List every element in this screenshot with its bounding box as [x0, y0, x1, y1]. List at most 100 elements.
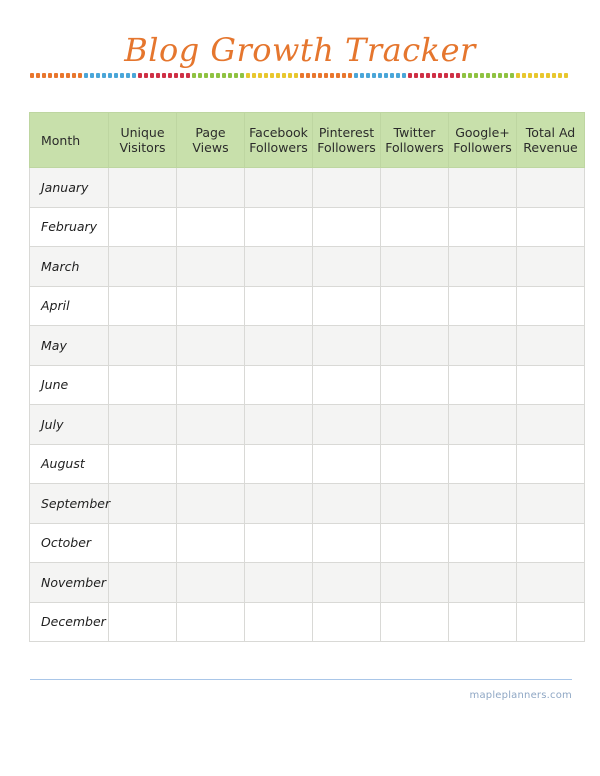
entry-cell-page-views[interactable] — [176, 325, 245, 366]
entry-cell-twitter-followers[interactable] — [380, 443, 449, 484]
entry-cell-total-ad-revenue[interactable] — [516, 364, 585, 405]
entry-cell-unique-visitors[interactable] — [108, 404, 177, 445]
entry-cell-googleplus-followers[interactable] — [448, 483, 517, 524]
entry-cell-facebook-followers[interactable] — [244, 522, 313, 563]
entry-cell-page-views[interactable] — [176, 167, 245, 208]
entry-cell-total-ad-revenue[interactable] — [516, 206, 585, 247]
entry-cell-twitter-followers[interactable] — [380, 167, 449, 208]
decorative-dot — [126, 73, 130, 78]
entry-cell-page-views[interactable] — [176, 404, 245, 445]
decorative-dot — [72, 73, 76, 78]
entry-cell-googleplus-followers[interactable] — [448, 285, 517, 326]
entry-cell-page-views[interactable] — [176, 364, 245, 405]
entry-cell-total-ad-revenue[interactable] — [516, 483, 585, 524]
entry-cell-facebook-followers[interactable] — [244, 285, 313, 326]
entry-cell-total-ad-revenue[interactable] — [516, 562, 585, 603]
entry-cell-facebook-followers[interactable] — [244, 404, 313, 445]
decorative-dot — [66, 73, 70, 78]
entry-cell-total-ad-revenue[interactable] — [516, 325, 585, 366]
entry-cell-facebook-followers[interactable] — [244, 364, 313, 405]
entry-cell-googleplus-followers[interactable] — [448, 325, 517, 366]
entry-cell-unique-visitors[interactable] — [108, 522, 177, 563]
entry-cell-googleplus-followers[interactable] — [448, 443, 517, 484]
entry-cell-twitter-followers[interactable] — [380, 522, 449, 563]
entry-cell-twitter-followers[interactable] — [380, 246, 449, 287]
entry-cell-pinterest-followers[interactable] — [312, 167, 381, 208]
entry-cell-googleplus-followers[interactable] — [448, 562, 517, 603]
entry-cell-unique-visitors[interactable] — [108, 285, 177, 326]
entry-cell-facebook-followers[interactable] — [244, 562, 313, 603]
entry-cell-total-ad-revenue[interactable] — [516, 404, 585, 445]
entry-cell-pinterest-followers[interactable] — [312, 325, 381, 366]
entry-cell-page-views[interactable] — [176, 483, 245, 524]
entry-cell-page-views[interactable] — [176, 522, 245, 563]
decorative-dot — [480, 73, 484, 78]
entry-cell-googleplus-followers[interactable] — [448, 404, 517, 445]
entry-cell-facebook-followers[interactable] — [244, 246, 313, 287]
entry-cell-pinterest-followers[interactable] — [312, 285, 381, 326]
entry-cell-unique-visitors[interactable] — [108, 246, 177, 287]
entry-cell-unique-visitors[interactable] — [108, 325, 177, 366]
entry-cell-twitter-followers[interactable] — [380, 325, 449, 366]
entry-cell-twitter-followers[interactable] — [380, 206, 449, 247]
entry-cell-total-ad-revenue[interactable] — [516, 246, 585, 287]
entry-cell-twitter-followers[interactable] — [380, 364, 449, 405]
entry-cell-total-ad-revenue[interactable] — [516, 167, 585, 208]
month-label-cell: December — [29, 601, 109, 642]
entry-cell-twitter-followers[interactable] — [380, 404, 449, 445]
entry-cell-facebook-followers[interactable] — [244, 325, 313, 366]
page-title-container: Blog Growth Tracker — [0, 30, 600, 70]
entry-cell-total-ad-revenue[interactable] — [516, 285, 585, 326]
entry-cell-googleplus-followers[interactable] — [448, 206, 517, 247]
entry-cell-pinterest-followers[interactable] — [312, 601, 381, 642]
decorative-dot — [36, 73, 40, 78]
entry-cell-twitter-followers[interactable] — [380, 601, 449, 642]
entry-cell-unique-visitors[interactable] — [108, 364, 177, 405]
entry-cell-pinterest-followers[interactable] — [312, 522, 381, 563]
entry-cell-unique-visitors[interactable] — [108, 483, 177, 524]
entry-cell-pinterest-followers[interactable] — [312, 404, 381, 445]
entry-cell-page-views[interactable] — [176, 246, 245, 287]
entry-cell-twitter-followers[interactable] — [380, 285, 449, 326]
entry-cell-twitter-followers[interactable] — [380, 562, 449, 603]
entry-cell-googleplus-followers[interactable] — [448, 522, 517, 563]
entry-cell-googleplus-followers[interactable] — [448, 246, 517, 287]
decorative-dot — [102, 73, 106, 78]
entry-cell-page-views[interactable] — [176, 443, 245, 484]
entry-cell-facebook-followers[interactable] — [244, 206, 313, 247]
entry-cell-facebook-followers[interactable] — [244, 483, 313, 524]
entry-cell-facebook-followers[interactable] — [244, 167, 313, 208]
decorative-dot — [114, 73, 118, 78]
decorative-dot — [228, 73, 232, 78]
entry-cell-pinterest-followers[interactable] — [312, 364, 381, 405]
entry-cell-pinterest-followers[interactable] — [312, 483, 381, 524]
entry-cell-facebook-followers[interactable] — [244, 601, 313, 642]
entry-cell-unique-visitors[interactable] — [108, 443, 177, 484]
table-row: May — [29, 325, 585, 366]
decorative-dot — [222, 73, 226, 78]
decorative-dot — [96, 73, 100, 78]
entry-cell-page-views[interactable] — [176, 562, 245, 603]
entry-cell-pinterest-followers[interactable] — [312, 443, 381, 484]
entry-cell-total-ad-revenue[interactable] — [516, 443, 585, 484]
entry-cell-facebook-followers[interactable] — [244, 443, 313, 484]
entry-cell-page-views[interactable] — [176, 285, 245, 326]
decorative-dot — [282, 73, 286, 78]
entry-cell-page-views[interactable] — [176, 206, 245, 247]
entry-cell-googleplus-followers[interactable] — [448, 167, 517, 208]
decorative-dot — [396, 73, 400, 78]
entry-cell-unique-visitors[interactable] — [108, 167, 177, 208]
entry-cell-pinterest-followers[interactable] — [312, 562, 381, 603]
entry-cell-googleplus-followers[interactable] — [448, 364, 517, 405]
entry-cell-unique-visitors[interactable] — [108, 601, 177, 642]
entry-cell-googleplus-followers[interactable] — [448, 601, 517, 642]
entry-cell-page-views[interactable] — [176, 601, 245, 642]
entry-cell-unique-visitors[interactable] — [108, 206, 177, 247]
entry-cell-total-ad-revenue[interactable] — [516, 601, 585, 642]
entry-cell-pinterest-followers[interactable] — [312, 246, 381, 287]
entry-cell-unique-visitors[interactable] — [108, 562, 177, 603]
entry-cell-pinterest-followers[interactable] — [312, 206, 381, 247]
entry-cell-total-ad-revenue[interactable] — [516, 522, 585, 563]
entry-cell-twitter-followers[interactable] — [380, 483, 449, 524]
column-header-page-views: Page Views — [176, 112, 245, 168]
